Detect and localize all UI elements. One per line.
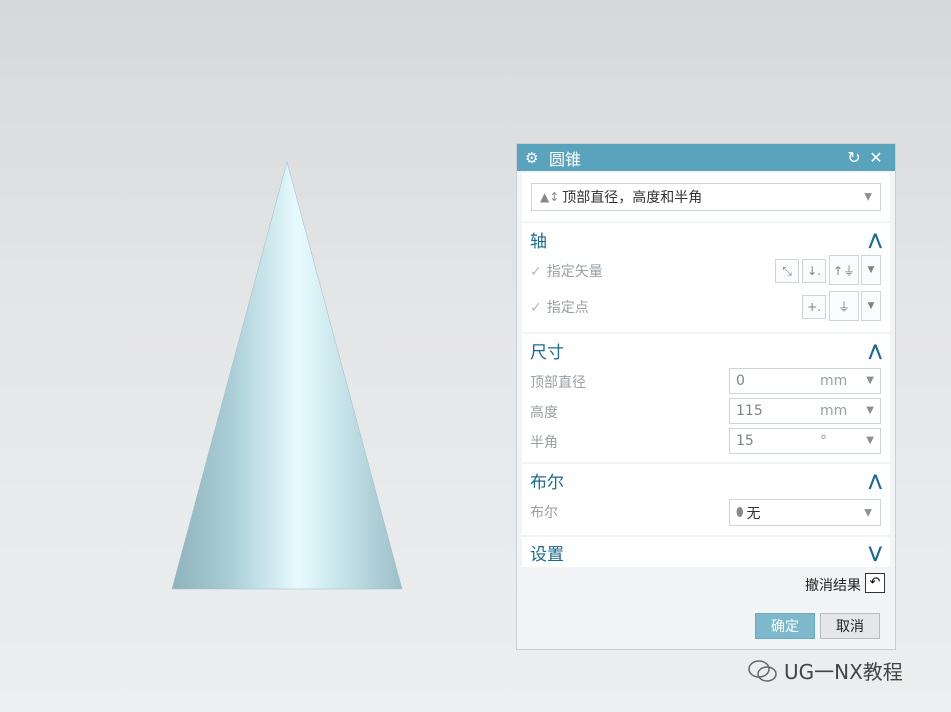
dimensions-header-label: 尺寸 xyxy=(530,342,564,363)
check-icon: ✓ xyxy=(530,300,542,316)
vector-dropdown-icon[interactable]: ▼ xyxy=(861,255,881,285)
point-dialog-icon[interactable]: +. xyxy=(802,295,826,319)
cone-type-icon: ▲↕ xyxy=(540,190,560,204)
height-value: 115 xyxy=(736,403,763,419)
point-row: ✓ 指定点 +. ⏚ ▼ xyxy=(522,291,890,327)
dropdown-arrow-icon[interactable]: ▼ xyxy=(866,375,874,386)
vector-label-text: 指定矢量 xyxy=(546,264,603,280)
boolean-select[interactable]: ⬮ 无 ▼ xyxy=(729,499,881,526)
half-angle-input[interactable]: 15 ° ▼ xyxy=(729,428,881,454)
axis-header-label: 轴 xyxy=(530,231,547,252)
boolean-header[interactable]: 布尔 ⋀ xyxy=(522,464,890,496)
undo-result-label: 撤消结果 xyxy=(805,578,861,594)
gear-icon[interactable]: ⚙ xyxy=(525,149,543,167)
boolean-label: 布尔 xyxy=(530,505,558,521)
close-icon[interactable]: ✕ xyxy=(865,148,887,167)
vector-label: ✓ 指定矢量 xyxy=(530,261,603,281)
type-select[interactable]: ▲↕ 顶部直径，高度和半角 ▼ xyxy=(531,183,881,211)
height-unit: mm xyxy=(820,403,848,419)
dialog-title: 圆锥 xyxy=(549,149,582,169)
vector-row: ✓ 指定矢量 ⤡ ↓. ↑⏚ ▼ xyxy=(522,255,890,291)
settings-section: 设置 ⋁ xyxy=(522,537,890,567)
point-type-icon[interactable]: ⏚ xyxy=(829,291,859,321)
wechat-icon xyxy=(748,659,777,682)
vector-direction-icon[interactable]: ↑⏚ xyxy=(829,255,859,285)
settings-header-label: 设置 xyxy=(530,544,564,565)
boolean-section: 布尔 ⋀ 布尔 ⬮ 无 ▼ xyxy=(522,464,890,535)
type-section: ▲↕ 顶部直径，高度和半角 ▼ xyxy=(522,173,890,221)
top-diameter-unit: mm xyxy=(820,373,848,389)
dropdown-arrow-icon: ▼ xyxy=(864,507,872,518)
ok-button[interactable]: 确定 xyxy=(755,613,815,639)
half-angle-unit: ° xyxy=(820,433,827,449)
type-select-value: 顶部直径，高度和半角 xyxy=(562,190,703,206)
watermark-text: UG一NX教程 xyxy=(784,660,903,684)
height-input[interactable]: 115 mm ▼ xyxy=(729,398,881,424)
undo-icon[interactable]: ↶ xyxy=(865,573,885,593)
check-icon: ✓ xyxy=(530,264,542,280)
top-diameter-value: 0 xyxy=(736,373,745,389)
dimensions-section: 尺寸 ⋀ 顶部直径 0 mm ▼ 高度 115 mm ▼ 半角 15 ° ▼ xyxy=(522,334,890,462)
dropdown-arrow-icon[interactable]: ▼ xyxy=(866,405,874,416)
cancel-button[interactable]: 取消 xyxy=(820,613,880,639)
dimensions-header[interactable]: 尺寸 ⋀ xyxy=(522,334,890,366)
chevron-up-icon[interactable]: ⋀ xyxy=(869,230,882,249)
height-label: 高度 xyxy=(530,405,558,421)
inferred-vector-icon[interactable]: ⤡ xyxy=(775,259,799,283)
top-diameter-input[interactable]: 0 mm ▼ xyxy=(729,368,881,394)
point-label: ✓ 指定点 xyxy=(530,297,589,317)
settings-header[interactable]: 设置 ⋁ xyxy=(522,537,890,567)
half-angle-row: 半角 15 ° ▼ xyxy=(522,426,890,456)
point-dropdown-icon[interactable]: ▼ xyxy=(861,291,881,321)
chevron-up-icon[interactable]: ⋀ xyxy=(869,471,882,490)
boolean-select-value: 无 xyxy=(746,505,761,522)
vector-dialog-icon[interactable]: ↓. xyxy=(802,259,826,283)
boolean-row: 布尔 ⬮ 无 ▼ xyxy=(522,496,890,526)
dialog-footer: 撤消结果 ↶ 确定 取消 xyxy=(517,569,895,649)
top-diameter-row: 顶部直径 0 mm ▼ xyxy=(522,366,890,396)
top-diameter-label: 顶部直径 xyxy=(530,375,586,391)
boolean-header-label: 布尔 xyxy=(530,472,564,493)
chevron-up-icon[interactable]: ⋀ xyxy=(869,341,882,360)
half-angle-value: 15 xyxy=(736,433,754,449)
watermark: UG一NX教程 xyxy=(748,656,903,685)
dropdown-arrow-icon[interactable]: ▼ xyxy=(866,435,874,446)
axis-header[interactable]: 轴 ⋀ xyxy=(522,223,890,255)
dialog-titlebar[interactable]: ⚙ 圆锥 ↻ ✕ xyxy=(517,144,895,171)
chevron-down-icon[interactable]: ⋁ xyxy=(869,543,882,562)
height-row: 高度 115 mm ▼ xyxy=(522,396,890,426)
boolean-none-icon: ⬮ xyxy=(736,505,744,519)
cone-dialog: ⚙ 圆锥 ↻ ✕ ▲↕ 顶部直径，高度和半角 ▼ 轴 ⋀ ✓ 指定矢量 ⤡ ↓. … xyxy=(516,143,896,650)
point-label-text: 指定点 xyxy=(546,300,589,316)
axis-section: 轴 ⋀ ✓ 指定矢量 ⤡ ↓. ↑⏚ ▼ ✓ 指定点 +. ⏚ ▼ xyxy=(522,223,890,332)
dropdown-arrow-icon: ▼ xyxy=(864,191,872,203)
reset-icon[interactable]: ↻ xyxy=(843,148,865,167)
half-angle-label: 半角 xyxy=(530,435,558,451)
